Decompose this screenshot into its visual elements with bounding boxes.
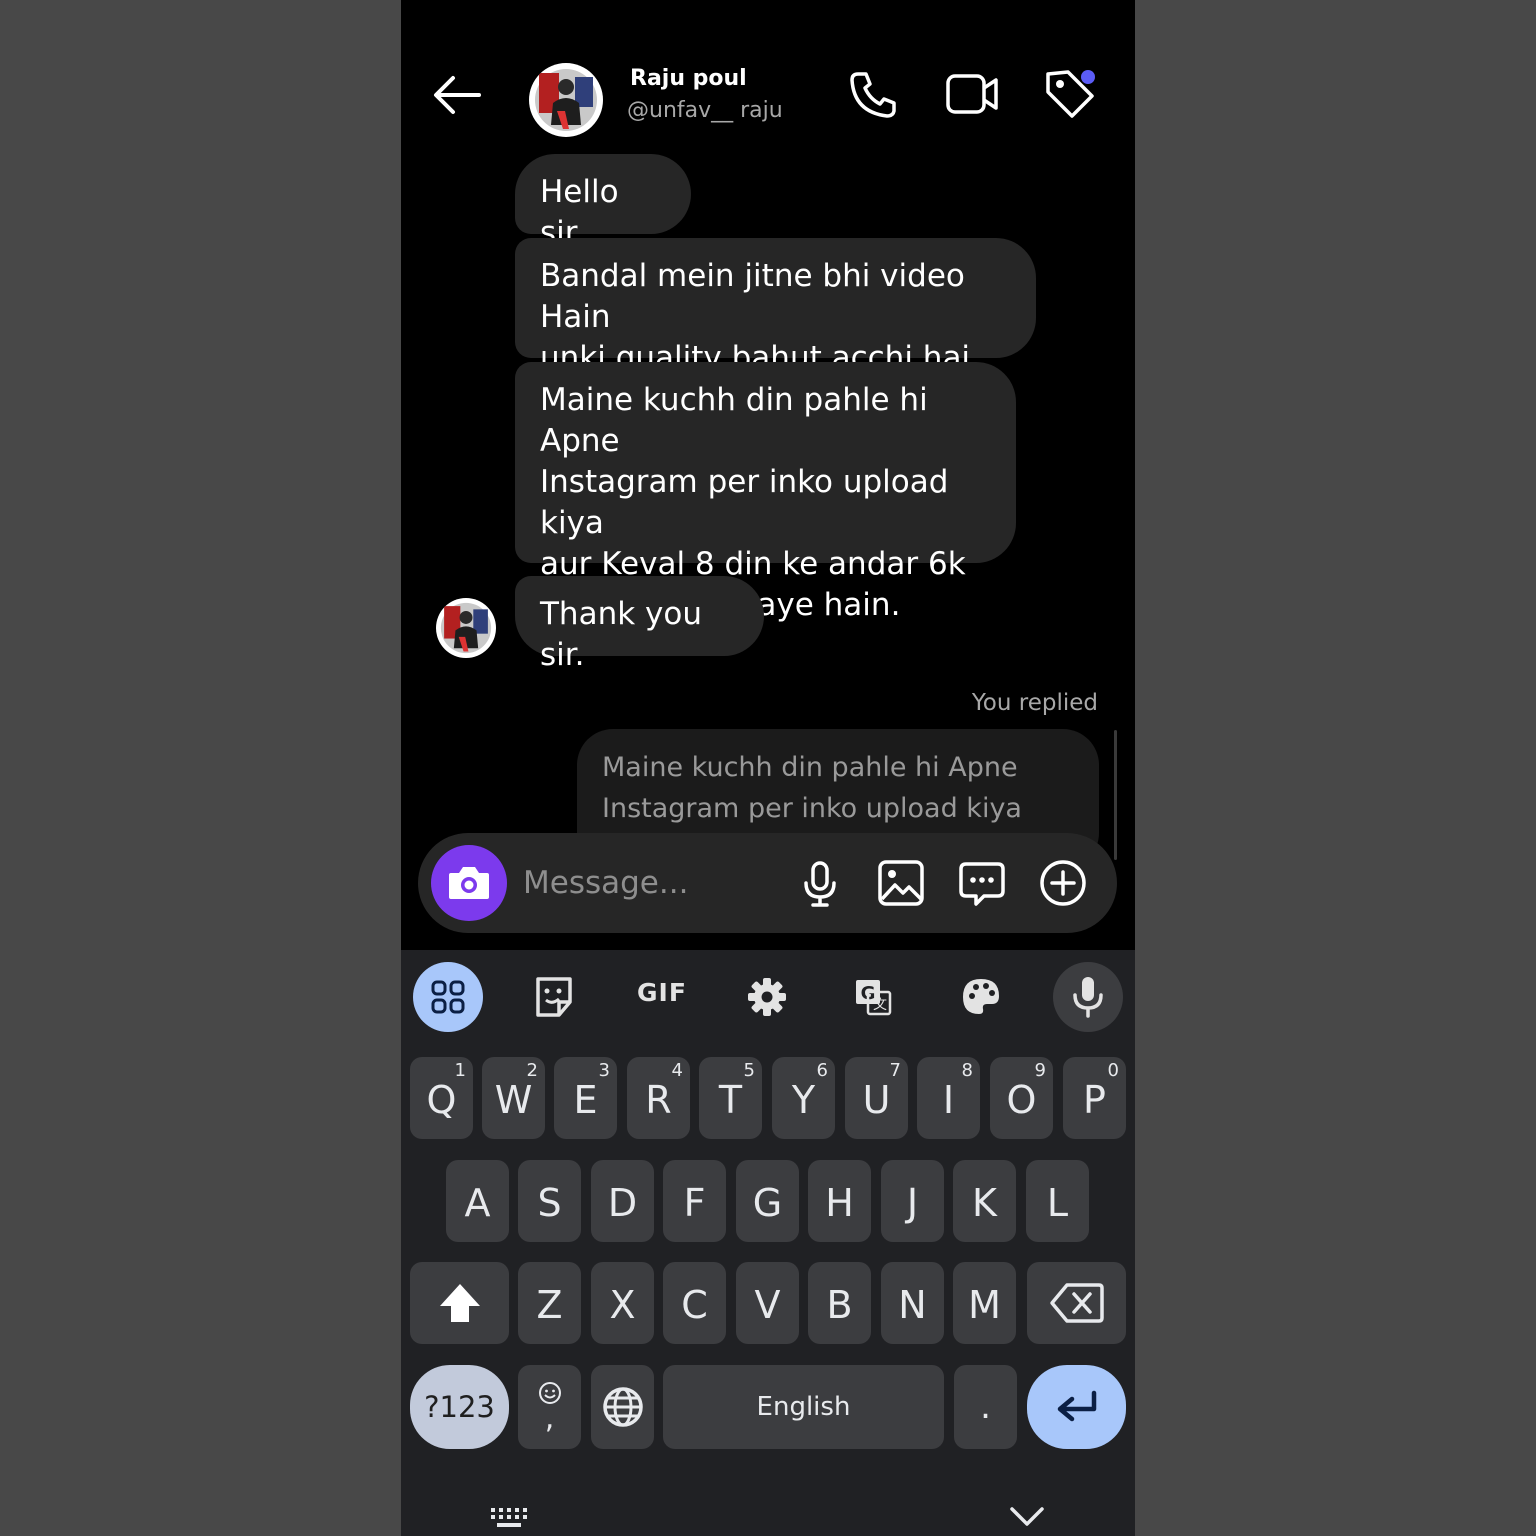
notification-dot [1081,70,1095,84]
enter-arrow-icon [1057,1390,1096,1422]
video-call-icon[interactable] [944,66,1000,122]
camera-button[interactable] [431,845,507,921]
svg-text:文: 文 [873,997,887,1013]
key-d[interactable]: D [591,1160,654,1242]
sender-avatar[interactable] [436,598,496,658]
on-screen-keyboard: GIF G 文 Q 1 W 2 E 3 R 4 T 5 Y 6 U 7 I 8 … [401,950,1135,1536]
add-circle-icon[interactable] [1039,859,1087,907]
key-c[interactable]: C [663,1262,726,1344]
emoji-comma-key[interactable]: , [518,1365,581,1449]
key-s[interactable]: S [518,1160,581,1242]
key-w[interactable]: W2 [482,1057,545,1139]
key-n[interactable]: N [881,1262,944,1344]
key-i[interactable]: I8 [917,1057,980,1139]
key-l[interactable]: L [1026,1160,1089,1242]
key-t[interactable]: T5 [699,1057,762,1139]
globe-icon [602,1387,643,1427]
message-composer [418,833,1117,933]
reply-indicator [1114,730,1117,860]
message-bubble[interactable]: Hello sir. [515,154,691,251]
period-key[interactable]: . [954,1365,1017,1449]
backspace-key[interactable] [1027,1262,1126,1344]
key-v[interactable]: V [736,1262,799,1344]
contact-name[interactable]: Raju poul [630,66,747,91]
gif-button[interactable]: GIF [637,978,687,1007]
message-bubble[interactable]: Bandal mein jitne bhi video Hain unki qu… [515,238,1036,376]
contact-username[interactable]: @unfav__ raju [627,98,783,123]
backspace-icon [1049,1283,1104,1323]
message-bubble[interactable]: Thank you sir. [515,576,764,673]
key-o[interactable]: O9 [990,1057,1053,1139]
sticker-icon[interactable] [519,962,589,1032]
settings-gear-icon[interactable] [732,962,802,1032]
key-g[interactable]: G [736,1160,799,1242]
shift-key[interactable] [410,1262,509,1344]
key-z[interactable]: Z [518,1262,581,1344]
space-bar[interactable]: English [663,1365,944,1449]
key-x[interactable]: X [591,1262,654,1344]
hide-keyboard-chevron-icon[interactable] [1009,1506,1045,1528]
language-switch-key[interactable] [591,1365,654,1449]
key-j[interactable]: J [881,1160,944,1242]
enter-key[interactable] [1027,1365,1126,1449]
key-h[interactable]: H [808,1160,871,1242]
camera-icon [449,867,489,899]
message-input[interactable] [523,859,773,907]
key-e[interactable]: E3 [554,1057,617,1139]
sticker-message-icon[interactable] [958,859,1006,907]
chat-screen: Raju poul @unfav__ raju Hello sir. Banda… [401,0,1135,1536]
contact-avatar[interactable] [529,63,603,137]
microphone-icon[interactable] [796,859,844,907]
key-r[interactable]: R4 [627,1057,690,1139]
shift-arrow-icon [439,1284,480,1322]
gallery-icon[interactable] [877,859,925,907]
key-a[interactable]: A [446,1160,509,1242]
you-replied-label: You replied [971,690,1098,716]
symbols-key[interactable]: ?123 [410,1365,509,1449]
back-arrow-icon[interactable] [431,72,483,118]
keyboard-mic-icon [1073,977,1103,1018]
key-f[interactable]: F [663,1160,726,1242]
theme-palette-icon[interactable] [946,962,1016,1032]
translate-icon[interactable]: G 文 [838,962,908,1032]
apps-grid-button[interactable] [413,962,483,1032]
key-q[interactable]: Q1 [410,1057,473,1139]
key-k[interactable]: K [953,1160,1016,1242]
key-p[interactable]: P0 [1063,1057,1126,1139]
grid-icon [431,980,465,1014]
phone-call-icon[interactable] [846,66,902,122]
voice-typing-button[interactable] [1053,962,1123,1032]
key-y[interactable]: Y6 [772,1057,835,1139]
message-bubble[interactable]: Maine kuchh din pahle hi Apne Instagram … [515,362,1016,623]
key-m[interactable]: M [953,1262,1016,1344]
key-u[interactable]: U7 [845,1057,908,1139]
keyboard-switch-icon[interactable] [489,1506,529,1530]
key-b[interactable]: B [808,1262,871,1344]
